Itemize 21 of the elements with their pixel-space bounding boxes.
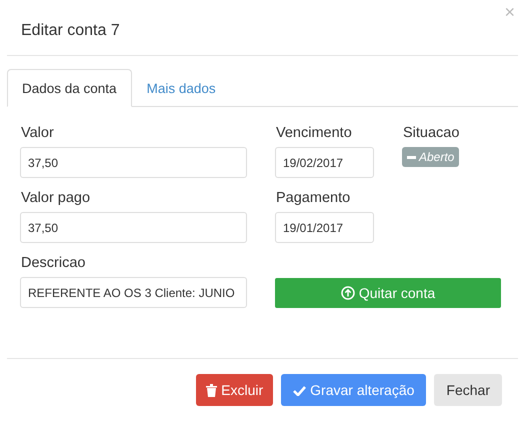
- input-field[interactable]: 37,50: [20, 212, 247, 243]
- field-label: Valor: [20, 125, 55, 143]
- field-label: Vencimento: [275, 125, 353, 143]
- tab[interactable]: Dados da conta: [7, 69, 132, 107]
- minus-icon: [407, 156, 416, 158]
- trash-icon: [206, 384, 218, 396]
- input-field[interactable]: 37,50: [20, 147, 247, 178]
- arrow-up-circle-icon: [340, 286, 355, 300]
- input-field[interactable]: REFERENTE AO OS 3 Cliente: JUNIO: [20, 277, 247, 308]
- input-field[interactable]: 19/01/2017: [275, 212, 374, 243]
- action-button[interactable]: Excluir: [196, 374, 274, 406]
- status-badge: Aberto: [402, 147, 460, 167]
- field-label: Descricao: [20, 254, 86, 273]
- input-field[interactable]: 19/02/2017: [275, 147, 374, 178]
- tab[interactable]: Mais dados: [132, 69, 231, 107]
- dialog-title: Editar conta 7: [21, 22, 121, 40]
- action-button[interactable]: Fechar: [434, 374, 502, 406]
- check-icon: [293, 384, 306, 396]
- field-label: Valor pago: [20, 189, 92, 208]
- field-label: Situacao: [402, 125, 460, 143]
- field-label: Pagamento: [275, 189, 352, 208]
